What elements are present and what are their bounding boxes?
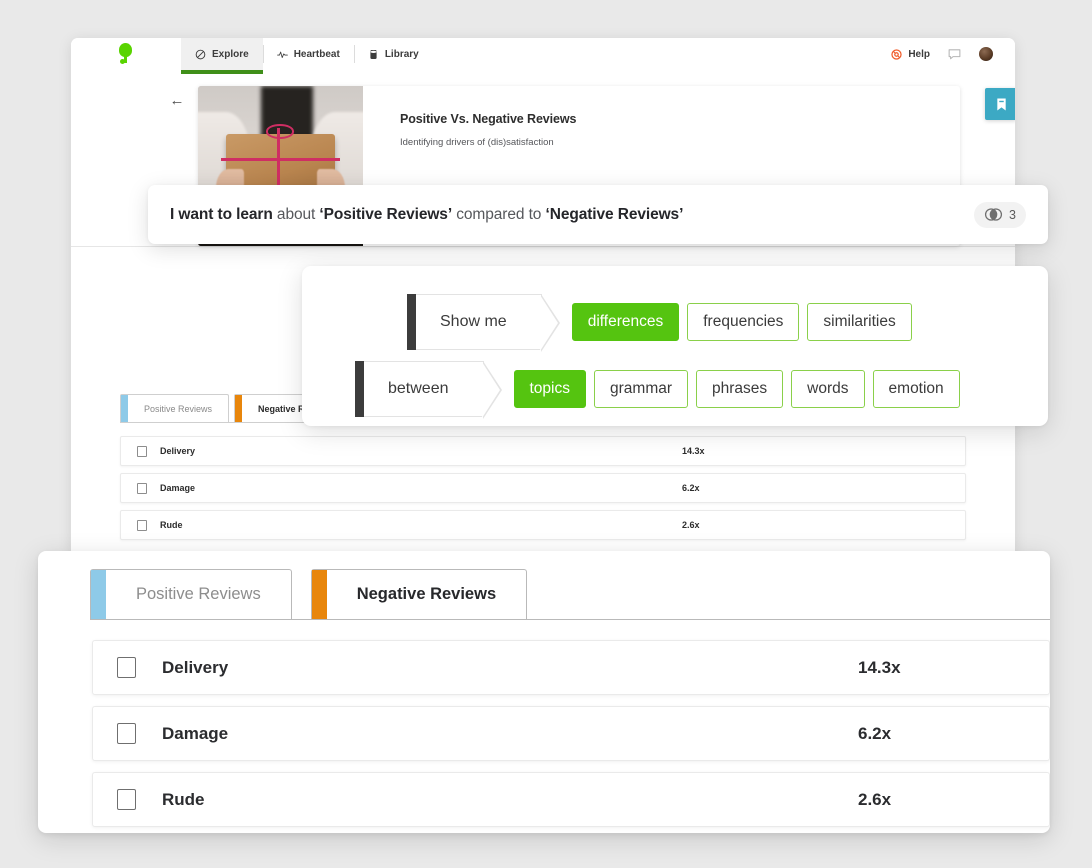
results-tabs: Positive Reviews Negative Reviews [90,569,528,619]
row-label: Damage [160,483,196,493]
nav-divider [353,45,355,63]
tab-positive-reviews-small-label: Positive Reviews [144,403,213,414]
nav-tab-heartbeat-label: Heartbeat [293,48,340,60]
query-builder-bar[interactable]: I want to learn about ‘Positive Reviews’… [148,185,1048,244]
nav-tab-library-label: Library [384,48,419,60]
row-value: 2.6x [858,789,892,809]
query-term-1[interactable]: ‘Positive Reviews’ [319,206,452,223]
option-frequencies[interactable]: frequencies [687,303,800,341]
tab-negative-reviews[interactable]: Negative Reviews [310,569,528,619]
query-mid-1: about [272,205,320,223]
page-title: Positive Vs. Negative Reviews [400,112,577,126]
row-checkbox[interactable] [137,445,147,457]
row-checkbox[interactable] [117,723,136,744]
page-subtitle: Identifying drivers of (dis)satisfaction [400,137,554,148]
results-panel-magnified: Positive Reviews Negative Reviews Delive… [38,551,1050,833]
row-label: Delivery [160,446,196,456]
result-count-value: 3 [1009,207,1016,222]
venn-diagram-icon [984,208,1003,221]
tab-positive-reviews[interactable]: Positive Reviews [90,569,292,619]
row-value: 6.2x [682,483,700,493]
row-value: 14.3x [858,657,901,677]
row-label: Rude [162,789,205,809]
row-checkbox[interactable] [117,657,136,678]
table-row[interactable]: Delivery 14.3x [120,436,966,466]
row-value: 2.6x [682,520,700,530]
query-mid-2: compared to [452,205,546,223]
filter-options-show-me: differences frequencies similarities [571,294,912,350]
results-list-background: Delivery 14.3x Damage 6.2x Rude 2.6x [120,436,966,547]
row-checkbox[interactable] [117,789,136,810]
option-emotion[interactable]: emotion [872,370,960,408]
table-row[interactable]: Damage 6.2x [120,473,966,503]
row-label: Damage [162,723,229,743]
nav-tab-library[interactable]: Library [353,38,433,70]
tab-color-swatch-negative [235,395,243,422]
row-label: Delivery [162,657,229,677]
filter-options-between: topics grammar phrases words emotion [513,361,960,417]
tab-positive-reviews-small[interactable]: Positive Reviews [120,394,230,422]
result-count-badge[interactable]: 3 [974,201,1026,228]
table-row[interactable]: Damage 6.2x [92,706,1050,761]
option-phrases[interactable]: phrases [696,370,784,408]
tab-color-swatch-positive [91,570,106,619]
nav-tab-heartbeat[interactable]: Heartbeat [262,38,354,70]
option-words[interactable]: words [791,370,865,408]
nav-tab-explore-label: Explore [212,48,249,60]
nav-tab-explore[interactable]: Explore [181,38,263,74]
bookmark-button[interactable] [985,88,1015,120]
row-checkbox[interactable] [137,519,147,531]
tab-positive-reviews-label: Positive Reviews [136,585,261,603]
chat-bubble-icon[interactable] [948,48,961,61]
tab-color-swatch-positive [121,395,128,422]
row-accent-bar [355,361,364,417]
filter-row-show-me: Show me differences frequencies similari… [407,294,912,352]
option-similarities[interactable]: similarities [807,303,912,341]
library-icon [370,49,377,59]
option-topics[interactable]: topics [513,370,586,408]
nav-tabs: Explore Heartbeat Library [181,38,433,74]
filter-options-card: Show me differences frequencies similari… [302,266,1048,426]
user-avatar[interactable] [979,47,993,61]
table-row[interactable]: Delivery 14.3x [92,640,1050,695]
option-differences[interactable]: differences [571,303,680,341]
tab-negative-reviews-label: Negative Reviews [356,585,497,603]
row-value: 14.3x [682,446,705,456]
row-checkbox[interactable] [137,482,147,494]
row-value: 6.2x [858,723,892,743]
top-navigation-bar: Explore Heartbeat Library Help [71,38,1015,74]
thematic-logo-icon [118,43,134,65]
row-label: Rude [160,520,183,530]
query-sentence: I want to learn about ‘Positive Reviews’… [170,206,683,224]
option-grammar[interactable]: grammar [594,370,689,408]
results-list: Delivery 14.3x Damage 6.2x Rude 2.6x [92,640,1050,833]
tab-color-swatch-negative [311,570,327,619]
results-tabs-baseline [90,619,1050,620]
help-label: Help [908,48,930,60]
filter-row-show-me-label: Show me [416,294,560,352]
table-row[interactable]: Rude 2.6x [92,772,1050,827]
topnav-right-group: Help [891,38,1015,70]
filter-row-between: between topics grammar phrases words emo… [355,361,960,419]
app-logo[interactable] [71,38,181,70]
query-term-2[interactable]: ‘Negative Reviews’ [546,206,684,223]
nav-divider [262,45,264,63]
help-lifebuoy-icon [891,48,902,60]
help-button[interactable]: Help [891,49,930,60]
query-lead: I want to learn [170,205,273,223]
bookmark-icon [996,97,1006,111]
content-divider [71,246,1015,247]
heartbeat-icon [276,51,288,58]
filter-row-between-label: between [364,361,501,419]
row-accent-bar [407,294,416,350]
back-arrow-button[interactable]: ← [165,88,189,112]
table-row[interactable]: Rude 2.6x [120,510,966,540]
explore-icon [195,49,206,59]
